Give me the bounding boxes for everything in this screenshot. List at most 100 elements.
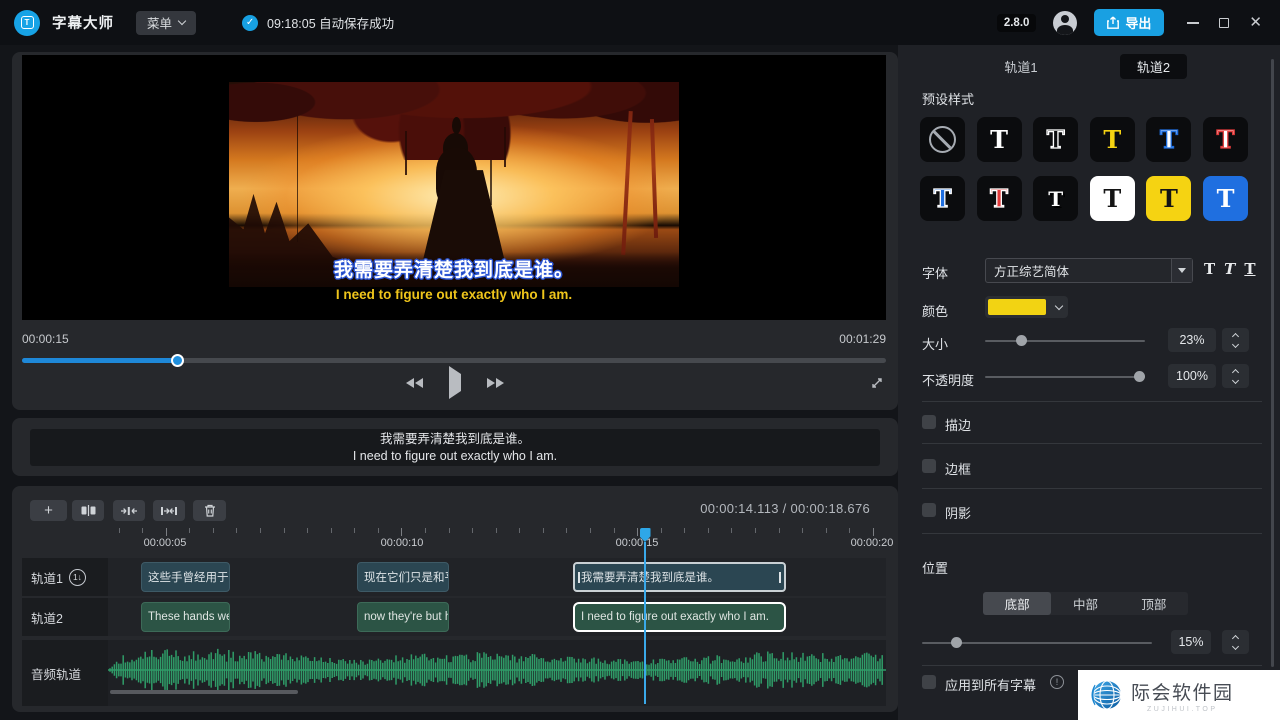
ruler-tick [708,528,709,533]
ruler-tick [472,528,473,533]
timeline-horizontal-scrollbar[interactable] [110,690,298,694]
ruler-tick [166,528,167,536]
font-format-buttons: T T T [1204,260,1256,278]
minimize-button[interactable] [1187,22,1199,24]
position-top-button[interactable]: 顶部 [1120,592,1188,615]
ruler-tick [496,528,497,533]
size-slider-knob[interactable] [1016,335,1027,346]
preset-style-3[interactable]: T [1033,117,1078,162]
subtitle-line-cn: 我需要弄清楚我到底是谁。 [30,431,880,448]
merge-next-button[interactable] [153,500,185,521]
subtitle-clip[interactable]: 这些手曾经用于战 [141,562,230,592]
timeline-ruler[interactable]: 00:00:0500:00:1000:00:1500:00:20 [12,528,898,558]
position-offset-knob[interactable] [951,637,962,648]
info-icon[interactable]: ! [1050,675,1064,689]
ruler-tick [260,528,261,533]
merge-right-icon [161,506,177,516]
menu-button[interactable]: 菜单 [136,11,196,35]
maximize-button[interactable] [1219,18,1229,28]
video-viewport[interactable]: 我需要弄清楚我到底是谁。 I need to figure out exactl… [22,55,886,320]
stroke-checkbox-label: 描边 [945,415,971,434]
rewind-button[interactable] [406,378,423,388]
user-avatar[interactable] [1053,11,1077,35]
tab-track-2[interactable]: 轨道2 [1120,54,1187,79]
close-button[interactable] [1249,15,1262,30]
size-value[interactable]: 23% [1168,328,1216,352]
ruler-tick [614,528,615,533]
position-bottom-button[interactable]: 底部 [983,592,1051,615]
shadow-checkbox[interactable] [922,503,936,517]
subtitle-clip[interactable]: now they're but h [357,602,449,632]
ruler-tick [119,528,120,533]
opacity-stepper[interactable] [1222,364,1249,388]
subtitle-clip[interactable]: These hands wer [141,602,230,632]
opacity-value[interactable]: 100% [1168,364,1216,388]
italic-button[interactable]: T [1224,260,1235,278]
preset-style-9[interactable]: T [1033,176,1078,221]
preset-style-8[interactable]: T [977,176,1022,221]
preset-style-5[interactable]: T [1146,117,1191,162]
bold-button[interactable]: T [1204,260,1215,278]
opacity-slider-knob[interactable] [1134,371,1145,382]
color-picker[interactable] [985,296,1068,318]
style-glyph: T [1217,187,1235,211]
ruler-tick [543,528,544,533]
opacity-slider[interactable] [985,371,1145,382]
seek-bar[interactable] [22,358,886,363]
preset-style-4[interactable]: T [1090,117,1135,162]
version-badge: 2.8.0 [997,14,1037,32]
clip-time-range: 00:00:14.113 / 00:00:18.676 [700,501,870,516]
audio-track: 音频轨道 [22,640,886,706]
fullscreen-button[interactable] [870,376,884,395]
preset-style-11[interactable]: T [1146,176,1191,221]
subtitle-clip-selected[interactable]: 我需要弄清楚我到底是谁。 [573,562,786,592]
font-select[interactable]: 方正综艺简体 [985,258,1193,283]
track-1-clips: 这些手曾经用于战 现在它们只是和平的 我需要弄清楚我到底是谁。 [108,558,886,596]
font-select-arrow[interactable] [1171,259,1192,282]
delete-clip-button[interactable] [193,500,226,521]
size-stepper[interactable] [1222,328,1249,352]
position-offset-value[interactable]: 15% [1171,630,1211,654]
color-label: 颜色 [922,301,948,320]
seek-bar-thumb[interactable] [171,354,184,367]
subtitle-text-box[interactable]: 我需要弄清楚我到底是谁。 I need to figure out exactl… [30,429,880,466]
border-checkbox[interactable] [922,459,936,473]
subtitle-clip-selected[interactable]: I need to figure out exactly who I am. [573,602,786,632]
subtitle-clip[interactable]: 现在它们只是和平的 [357,562,449,592]
current-time: 00:00:15 [22,332,69,346]
audio-waveform[interactable] [108,640,886,706]
position-middle-button[interactable]: 中部 [1051,592,1119,615]
triangle-down-icon [1178,268,1186,273]
play-button[interactable] [449,374,461,392]
panel-scrollbar[interactable] [1271,59,1274,667]
preset-style-6[interactable]: T [1203,117,1248,162]
ruler-label: 00:00:15 [616,537,659,549]
ruler-tick [401,528,402,536]
title-bar: T 字幕大师 菜单 09:18:05 自动保存成功 2.8.0 导出 [0,0,1280,45]
preset-style-7[interactable]: T [920,176,965,221]
preset-style-1[interactable] [920,117,965,162]
split-clip-button[interactable] [72,500,104,521]
fast-forward-button[interactable] [487,378,504,388]
globe-logo-icon [1088,677,1124,713]
track-order-icon[interactable]: 1↓ [69,569,86,586]
total-time: 00:01:29 [839,332,886,346]
apply-all-checkbox[interactable] [922,675,936,689]
merge-previous-button[interactable] [113,500,145,521]
stroke-checkbox[interactable] [922,415,936,429]
preset-style-12[interactable]: T [1203,176,1248,221]
size-slider[interactable] [985,335,1145,346]
watermark-title: 际会软件园 [1131,678,1234,705]
ruler-tick [566,528,567,533]
video-strand-art [504,127,506,167]
underline-button[interactable]: T [1244,260,1255,278]
tab-track-1[interactable]: 轨道1 [990,57,1052,76]
video-preview-panel: 我需要弄清楚我到底是谁。 I need to figure out exactl… [12,52,898,410]
preset-style-10[interactable]: T [1090,176,1135,221]
add-subtitle-button[interactable]: + [30,500,67,521]
export-button[interactable]: 导出 [1094,9,1164,36]
position-offset-stepper[interactable] [1222,630,1249,654]
ruler-tick [331,528,332,533]
preset-style-2[interactable]: T [977,117,1022,162]
position-offset-slider[interactable] [922,637,1152,648]
